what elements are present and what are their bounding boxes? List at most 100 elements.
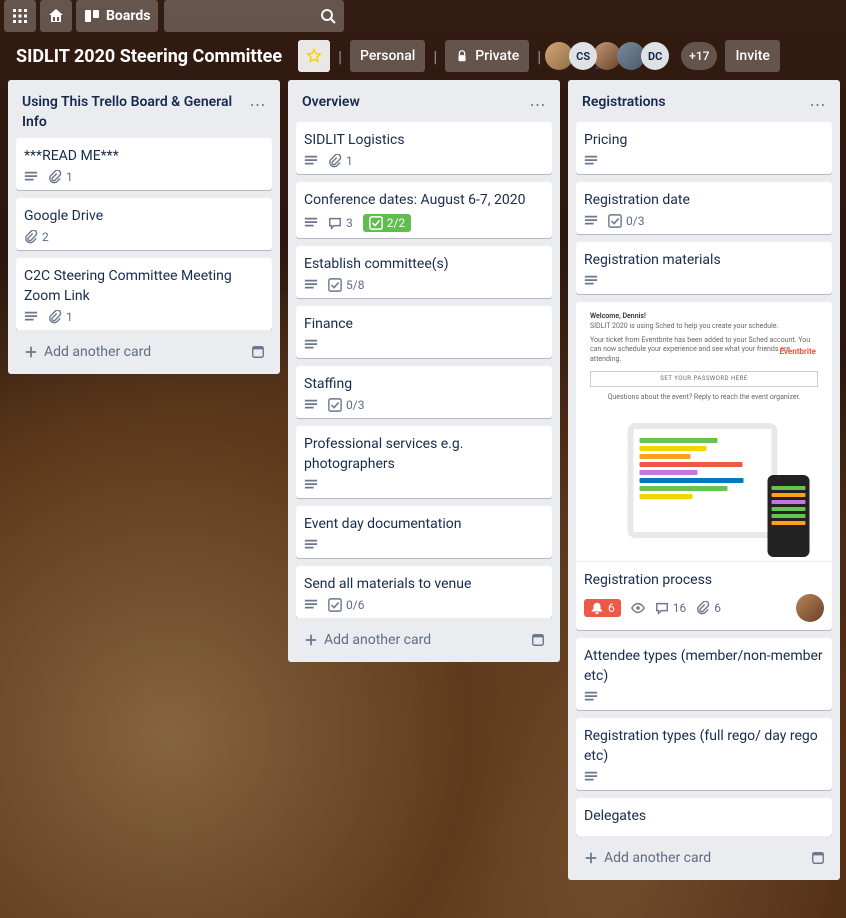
comment-icon [655,601,669,615]
description-badge [584,770,598,784]
list-header: Overview ⋯ [288,80,560,122]
card[interactable]: Professional services e.g. photographers [296,426,552,498]
comments-badge: 16 [655,601,687,615]
card[interactable]: SIDLIT Logistics 1 [296,122,552,174]
add-card-button[interactable]: Add another card [296,626,524,654]
member-avatar[interactable] [796,594,824,622]
card-template-button[interactable] [524,626,552,654]
template-icon [811,851,825,865]
star-button[interactable] [298,40,330,72]
attachment-icon [328,154,342,168]
card[interactable]: C2C Steering Committee Meeting Zoom Link… [16,258,272,330]
card-title: Professional services e.g. photographers [304,434,544,474]
list-name[interactable]: Overview [296,90,520,114]
card-title: Finance [304,314,544,334]
attachment-icon [48,310,62,324]
description-badge [304,398,318,412]
home-button[interactable] [40,0,72,32]
watch-icon [631,601,645,615]
description-icon [584,214,598,228]
list-overview: Overview ⋯ SIDLIT Logistics 1 Conference d… [288,80,560,662]
card-title: C2C Steering Committee Meeting Zoom Link [24,266,264,306]
card[interactable]: Google Drive 2 [16,198,272,250]
card-badges: 2 [24,230,264,244]
card-badges: 0/3 [304,398,544,412]
description-icon [304,338,318,352]
card-badges [304,538,544,552]
search-box[interactable] [164,0,344,32]
card[interactable]: Registration types (full rego/ day rego … [576,718,832,790]
card[interactable]: Establish committee(s)5/8 [296,246,552,298]
list-cards: SIDLIT Logistics 1 Conference dates: Augus… [288,122,560,618]
boards-button[interactable]: Boards [76,0,158,32]
list-header: Using This Trello Board & General Info ⋯ [8,80,280,138]
attachment-icon [24,230,38,244]
attachment-icon [696,601,710,615]
description-badge [304,154,318,168]
card[interactable]: Send all materials to venue 0/6 [296,566,552,618]
checklist-icon [608,214,622,228]
boards-label: Boards [106,8,150,24]
card-title: Registration materials [584,250,824,270]
card[interactable]: Registration date0/3 [576,182,832,234]
list-name[interactable]: Using This Trello Board & General Info [16,90,240,134]
member-avatar[interactable]: CS» [569,42,597,70]
visibility-button[interactable]: Private [445,40,529,72]
card-title: Establish committee(s) [304,254,544,274]
divider: | [433,47,437,66]
description-badge [304,538,318,552]
add-card-button[interactable]: Add another card [16,338,244,366]
card-title: Send all materials to venue [304,574,544,594]
card-title: Registration types (full rego/ day rego … [584,726,824,766]
lock-icon [455,49,469,63]
checklist-badge: 0/6 [328,598,364,612]
card[interactable]: Registration materials [576,242,832,294]
description-icon [24,310,38,324]
card-title: Delegates [584,806,824,826]
card-template-button[interactable] [804,844,832,872]
card-cover: Welcome, Dennis! SIDLIT 2020 is using Sc… [576,302,832,562]
visibility-label: Private [475,48,519,64]
member-avatar[interactable]: DC [641,42,669,70]
card[interactable]: Attendee types (member/non-member etc) [576,638,832,710]
card-title: Google Drive [24,206,264,226]
card[interactable]: Delegates [576,798,832,836]
description-icon [304,538,318,552]
list-footer: Add another card [288,618,560,662]
checklist-icon [328,598,342,612]
apps-button[interactable] [4,0,36,32]
card-template-button[interactable] [244,338,272,366]
list-name[interactable]: Registrations [576,90,800,114]
list-cards: Pricing Registration date0/3 Registration … [568,122,840,836]
description-badge [304,278,318,292]
card[interactable]: ***READ ME***1 [16,138,272,190]
card-title: SIDLIT Logistics [304,130,544,150]
team-button[interactable]: Personal [350,40,425,72]
list-registrations: Registrations ⋯ Pricing Registration date… [568,80,840,880]
invite-button[interactable]: Invite [725,40,779,72]
card-title: Pricing [584,130,824,150]
card[interactable]: Conference dates: August 6-7, 202032/2 [296,182,552,238]
checklist-badge: 0/3 [328,398,364,412]
card[interactable]: Welcome, Dennis! SIDLIT 2020 is using Sc… [576,302,832,630]
divider: | [537,47,541,66]
list-menu-button[interactable]: ⋯ [244,90,272,118]
add-card-button[interactable]: Add another card [576,844,804,872]
card[interactable]: Finance [296,306,552,358]
attachments-badge: 1 [48,170,73,184]
card[interactable]: Event day documentation [296,506,552,558]
more-members-button[interactable]: +17 [681,42,717,70]
list-menu-button[interactable]: ⋯ [524,90,552,118]
attachments-badge: 2 [24,230,49,244]
comment-icon [328,216,342,230]
attachments-badge: 1 [328,154,353,168]
attachment-icon [48,170,62,184]
comments-badge: 3 [328,216,353,230]
board-name[interactable]: SIDLIT 2020 Steering Committee [8,42,290,71]
list-menu-button[interactable]: ⋯ [804,90,832,118]
description-icon [584,154,598,168]
card[interactable]: Staffing0/3 [296,366,552,418]
template-icon [531,633,545,647]
card-badges: 32/2 [304,214,544,232]
card[interactable]: Pricing [576,122,832,174]
